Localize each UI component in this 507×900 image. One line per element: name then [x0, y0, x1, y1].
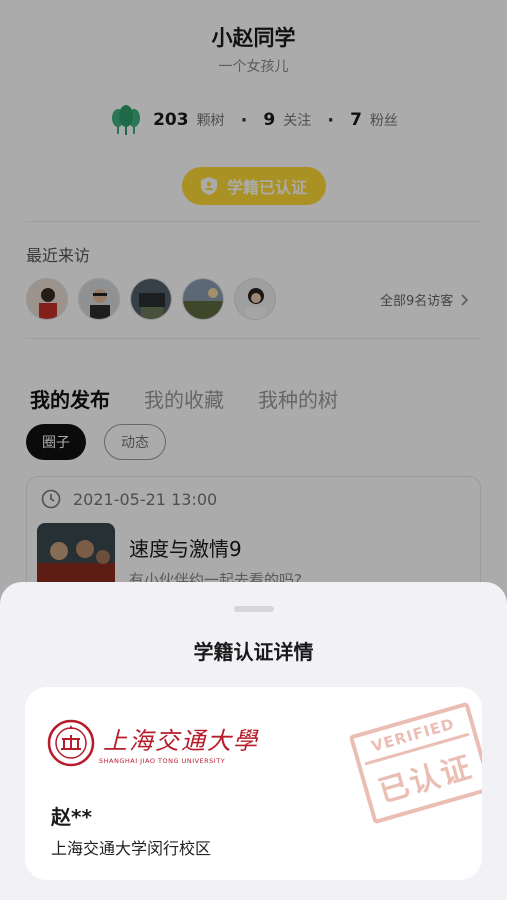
student-campus: 上海交通大学闵行校区 [51, 839, 212, 858]
university-name-cn: 上海交通大學 [103, 727, 259, 755]
sheet-drag-handle[interactable] [234, 606, 274, 612]
student-name: 赵** [51, 805, 92, 829]
university-seal-icon [47, 719, 95, 767]
verification-sheet: 学籍认证详情 上海交通大學 SHANGHAI JIAO TONG UNIVERS… [0, 582, 507, 900]
university-name-en: SHANGHAI JIAO TONG UNIVERSITY [99, 757, 226, 765]
verified-stamp: VERIFIED 已认证 [348, 701, 482, 825]
sheet-title: 学籍认证详情 [193, 640, 314, 664]
student-certificate-card: 上海交通大學 SHANGHAI JIAO TONG UNIVERSITY VER… [25, 687, 482, 880]
